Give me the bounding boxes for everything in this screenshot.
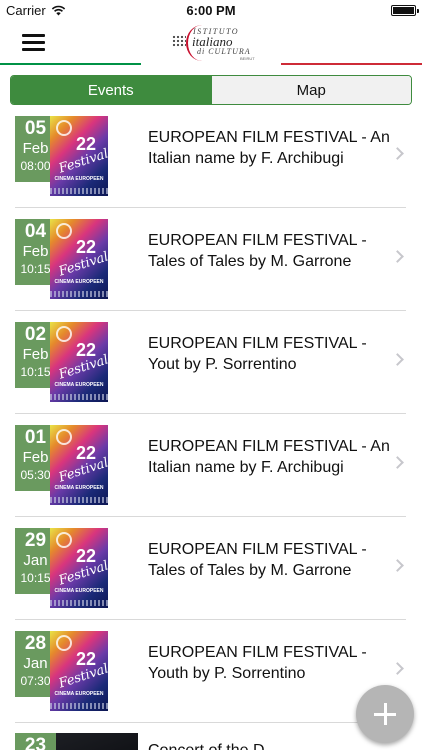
chevron-right-icon [391, 353, 404, 366]
event-title: EUROPEAN FILM FESTIVAL - Tales of Tales … [148, 541, 367, 579]
logo-line-4: BEIRUT [240, 56, 255, 61]
event-poster-image: 22 Festival CINEMA EUROPEEN [50, 528, 108, 608]
event-list: 05 Feb 08:00 22 Festival CINEMA EUROPEEN E… [0, 105, 422, 750]
event-title: EUROPEAN FILM FESTIVAL - An Italian name… [148, 438, 390, 476]
status-time: 6:00 PM [186, 3, 236, 18]
chevron-right-icon [391, 147, 404, 160]
event-title: Concert of the D... [148, 740, 390, 750]
institute-logo: ISTITUTO italiano di CULTURA BEIRUT [170, 23, 255, 63]
event-poster-image: 22 Festival CINEMA EUROPEEN [50, 631, 108, 711]
date-badge: 23 [15, 733, 56, 750]
chevron-right-icon [391, 456, 404, 469]
menu-icon[interactable] [22, 34, 45, 51]
event-title: EUROPEAN FILM FESTIVAL - Yout by P. Sorr… [148, 335, 367, 373]
event-row[interactable]: 04 Feb 10:15 22 Festival CINEMA EUROPEEN E… [0, 208, 422, 311]
tricolor-white [140, 63, 282, 65]
view-segmented-control: Events Map [10, 75, 412, 105]
chevron-right-icon [391, 250, 404, 263]
battery-icon [391, 5, 419, 16]
status-bar: Carrier 6:00 PM [0, 0, 422, 20]
tab-events[interactable]: Events [11, 76, 211, 104]
chevron-right-icon [391, 559, 404, 572]
nav-bar: ISTITUTO italiano di CULTURA BEIRUT [0, 20, 422, 64]
event-title: EUROPEAN FILM FESTIVAL - Youth by P. Sor… [148, 644, 367, 682]
tricolor-green [0, 63, 141, 65]
logo-dots [172, 35, 186, 47]
event-poster-image: 22 Festival CINEMA EUROPEEN [50, 322, 108, 402]
event-poster-image: 22 Festival CINEMA EUROPEEN [50, 219, 108, 299]
add-event-button[interactable] [356, 685, 414, 743]
event-row[interactable]: 01 Feb 05:30 22 Festival CINEMA EUROPEEN E… [0, 414, 422, 517]
event-row[interactable]: 05 Feb 08:00 22 Festival CINEMA EUROPEEN E… [0, 105, 422, 208]
event-title: EUROPEAN FILM FESTIVAL - An Italian name… [148, 129, 390, 167]
event-row[interactable]: 02 Feb 10:15 22 Festival CINEMA EUROPEEN E… [0, 311, 422, 414]
event-poster-image: 22 Festival CINEMA EUROPEEN [50, 425, 108, 505]
event-day: 23 [24, 735, 47, 750]
event-title: EUROPEAN FILM FESTIVAL - Tales of Tales … [148, 232, 367, 270]
event-poster-image [56, 733, 138, 750]
event-row[interactable]: 29 Jan 10:15 22 Festival CINEMA EUROPEEN E… [0, 517, 422, 620]
chevron-right-icon [391, 662, 404, 675]
tab-map[interactable]: Map [210, 76, 411, 104]
nav-divider-tricolor [0, 63, 422, 65]
tricolor-red [281, 63, 422, 65]
logo-line-3: di CULTURA [197, 47, 251, 56]
event-poster-image: 22 Festival CINEMA EUROPEEN [50, 116, 108, 196]
